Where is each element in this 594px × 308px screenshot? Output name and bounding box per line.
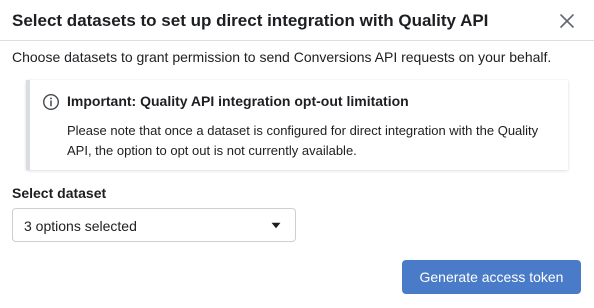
close-button[interactable] bbox=[558, 12, 576, 30]
dialog-description: Choose datasets to grant permission to s… bbox=[12, 49, 552, 65]
dataset-select-value: 3 options selected bbox=[24, 218, 137, 234]
close-icon bbox=[560, 14, 574, 28]
notice-body: Please note that once a dataset is confi… bbox=[67, 123, 539, 158]
select-dataset-label: Select dataset bbox=[12, 185, 107, 201]
dialog-header: Select datasets to set up direct integra… bbox=[12, 10, 582, 34]
header-divider bbox=[0, 40, 594, 41]
important-notice: Important: Quality API integration opt-o… bbox=[26, 80, 568, 170]
dialog-title: Select datasets to set up direct integra… bbox=[12, 11, 489, 30]
generate-access-token-button[interactable]: Generate access token bbox=[402, 260, 581, 294]
integration-dialog: Select datasets to set up direct integra… bbox=[0, 0, 594, 308]
info-icon bbox=[42, 93, 60, 111]
notice-title: Important: Quality API integration opt-o… bbox=[67, 93, 409, 109]
dataset-select[interactable]: 3 options selected bbox=[12, 208, 296, 242]
caret-down-icon bbox=[271, 222, 281, 229]
